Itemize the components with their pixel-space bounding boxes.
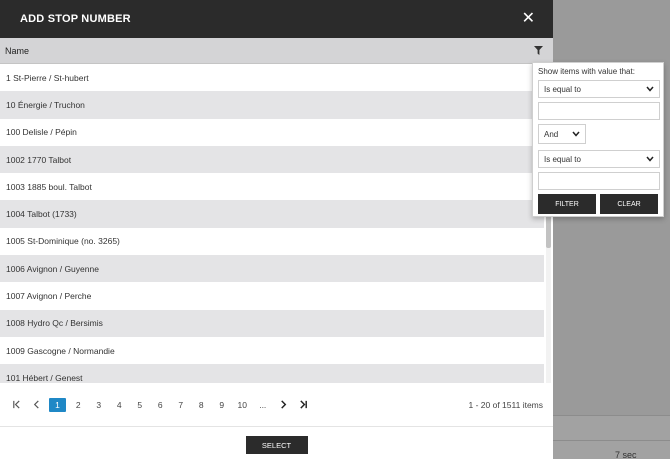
table-row[interactable]: 1008 Hydro Qc / Bersimis	[0, 309, 544, 337]
logic-select[interactable]: And	[538, 124, 586, 144]
background-cell-text: 7 sec	[615, 450, 637, 459]
operator-select-1-value: Is equal to	[544, 84, 581, 94]
last-page-icon	[300, 400, 308, 409]
add-stop-number-dialog: ADD STOP NUMBER ✕ Name 1 St-Pierre / St-…	[0, 0, 553, 459]
page-2[interactable]: 2	[68, 398, 89, 412]
page-1[interactable]: 1	[49, 397, 66, 412]
previous-page-button[interactable]	[27, 398, 48, 412]
filter-value-input-1[interactable]	[538, 102, 660, 120]
table-row[interactable]: 1006 Avignon / Guyenne	[0, 255, 544, 283]
page-9[interactable]: 9	[212, 398, 233, 412]
pager-info: 1 - 20 of 1511 items	[468, 399, 544, 410]
page-4[interactable]: 4	[109, 398, 130, 412]
chevron-down-icon	[646, 156, 654, 162]
dialog-header: ADD STOP NUMBER ✕	[0, 0, 553, 38]
page-5[interactable]: 5	[130, 398, 151, 412]
table-row[interactable]: 1002 1770 Talbot	[0, 145, 544, 174]
grid-header: Name	[0, 38, 553, 64]
operator-select-2-value: Is equal to	[544, 154, 581, 164]
page-numbers: 1 2 3 4 5 6 7 8 9 10...	[47, 397, 274, 412]
table-row[interactable]: 1 St-Pierre / St-hubert	[0, 64, 544, 92]
chevron-left-icon	[34, 400, 39, 409]
page-3[interactable]: 3	[89, 398, 110, 412]
dialog-title: ADD STOP NUMBER	[20, 13, 131, 25]
first-page-icon	[12, 400, 20, 409]
grid-body: 1 St-Pierre / St-hubert 10 Énergie / Truc…	[0, 64, 553, 383]
table-row[interactable]: 10 Énergie / Truchon	[0, 91, 544, 119]
background-divider	[553, 440, 670, 441]
page-10[interactable]: 10	[232, 398, 253, 412]
table-row[interactable]: 1007 Avignon / Perche	[0, 282, 544, 310]
next-page-button[interactable]	[273, 398, 294, 412]
table-row[interactable]: 1009 Gascogne / Normandie	[0, 336, 544, 365]
operator-select-1[interactable]: Is equal to	[538, 80, 660, 98]
operator-select-2[interactable]: Is equal to	[538, 150, 660, 168]
filter-actions: FILTER CLEAR	[538, 194, 658, 214]
filter-value-input-2[interactable]	[538, 172, 660, 190]
close-icon[interactable]: ✕	[522, 11, 535, 27]
chevron-down-icon	[646, 86, 654, 92]
background-table-strip	[553, 415, 670, 459]
table-row[interactable]: 101 Hébert / Genest	[0, 364, 544, 383]
page-7[interactable]: 7	[171, 398, 192, 412]
page-6[interactable]: 6	[150, 398, 171, 412]
last-page-button[interactable]	[294, 398, 315, 412]
first-page-button[interactable]	[6, 398, 27, 412]
filter-title: Show items with value that:	[538, 67, 635, 76]
table-row[interactable]: 1005 St-Dominique (no. 3265)	[0, 227, 544, 256]
page-8[interactable]: 8	[191, 398, 212, 412]
page-more[interactable]: ...	[253, 398, 274, 412]
table-row[interactable]: 1003 1885 boul. Talbot	[0, 173, 544, 201]
table-row[interactable]: 1004 Talbot (1733)	[0, 200, 544, 228]
chevron-right-icon	[280, 400, 287, 409]
filter-popup: Show items with value that: Is equal to …	[532, 62, 664, 217]
logic-select-value: And	[544, 129, 559, 139]
grid-rows: 1 St-Pierre / St-hubert 10 Énergie / Truc…	[0, 64, 544, 383]
filter-button[interactable]: FILTER	[538, 194, 596, 214]
column-header-name[interactable]: Name	[5, 46, 29, 56]
clear-button[interactable]: CLEAR	[600, 194, 658, 214]
dialog-footer: SELECT	[0, 427, 553, 459]
chevron-down-icon	[572, 131, 580, 137]
table-row[interactable]: 100 Delisle / Pépin	[0, 118, 544, 146]
select-button[interactable]: SELECT	[245, 436, 308, 454]
pager: 1 2 3 4 5 6 7 8 9 10... 1 - 20 of 1511 items	[0, 383, 553, 427]
filter-icon[interactable]	[534, 46, 543, 55]
